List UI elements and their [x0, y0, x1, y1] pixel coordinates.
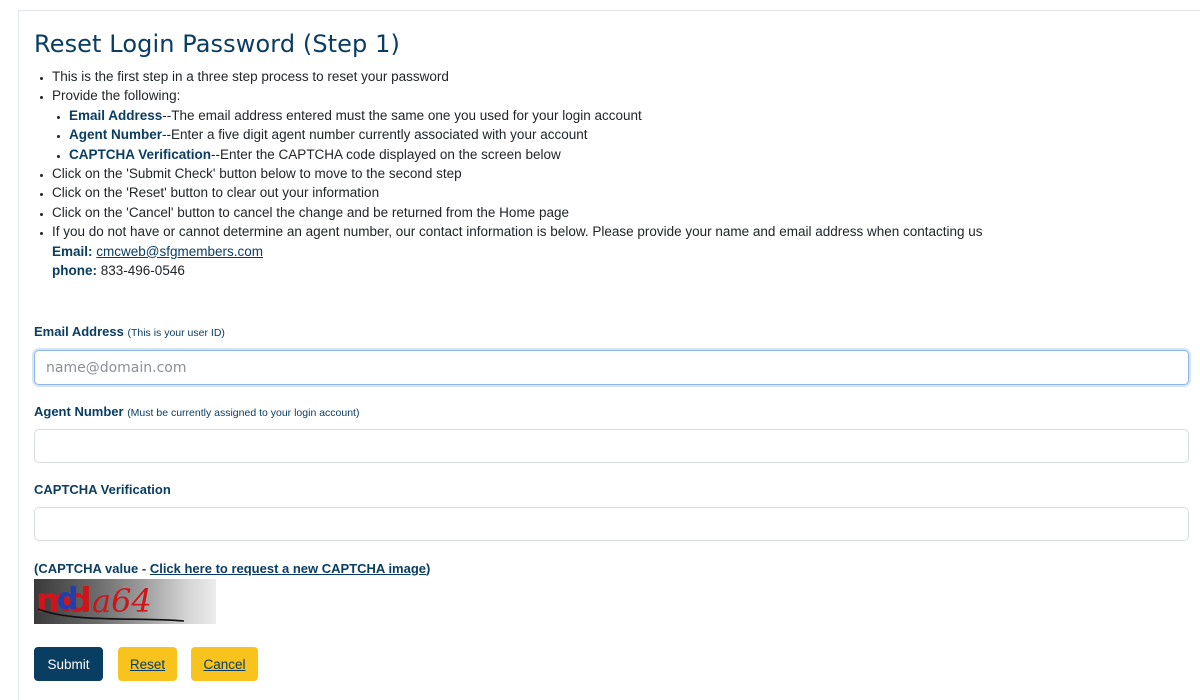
- email-hint: (This is your user ID): [127, 327, 225, 339]
- list-term: Agent Number: [69, 127, 163, 143]
- svg-text:d: d: [57, 582, 78, 617]
- cancel-button[interactable]: Cancel: [191, 647, 258, 681]
- list-term: Email Address: [69, 107, 163, 123]
- list-item: Click on the 'Reset' button to clear out…: [52, 183, 983, 202]
- captcha-image-svg: md d a64: [36, 581, 185, 622]
- contact-phone-value: 833-496-0546: [100, 263, 185, 279]
- email-input[interactable]: [34, 350, 1189, 385]
- contact-email-link[interactable]: cmcweb@sfgmembers.com: [96, 244, 263, 259]
- list-item: Provide the following: Email Address--Th…: [52, 86, 983, 164]
- agent-number-hint: (Must be currently assigned to your logi…: [127, 407, 360, 419]
- submit-button[interactable]: Submit: [34, 647, 103, 681]
- captcha-refresh-line: (CAPTCHA value - Click here to request a…: [34, 561, 431, 576]
- list-item: Click on the 'Cancel' button to cancel t…: [52, 203, 983, 222]
- instructions-list: This is the first step in a three step p…: [34, 67, 983, 280]
- page-title: Reset Login Password (Step 1): [34, 30, 400, 58]
- list-item: CAPTCHA Verification--Enter the CAPTCHA …: [69, 145, 983, 164]
- captcha-input[interactable]: [34, 507, 1189, 541]
- contact-phone-label: phone:: [52, 263, 97, 279]
- list-term: CAPTCHA Verification: [69, 146, 212, 162]
- list-item: Click on the 'Submit Check' button below…: [52, 164, 983, 183]
- list-item: This is the first step in a three step p…: [52, 67, 983, 86]
- new-captcha-link[interactable]: Click here to request a new CAPTCHA imag…: [150, 561, 426, 576]
- list-item: Agent Number--Enter a five digit agent n…: [69, 125, 983, 144]
- reset-button[interactable]: Reset: [118, 647, 177, 681]
- svg-text:a64: a64: [92, 582, 152, 620]
- agent-number-input[interactable]: [34, 429, 1189, 463]
- list-item: Email Address--The email address entered…: [69, 106, 983, 125]
- captcha-image: md d a64: [34, 579, 216, 624]
- email-label: Email Address (This is your user ID): [34, 324, 225, 339]
- list-item: If you do not have or cannot determine a…: [52, 222, 983, 280]
- required-fields-list: Email Address--The email address entered…: [52, 106, 983, 164]
- agent-number-label: Agent Number (Must be currently assigned…: [34, 404, 360, 419]
- contact-email-label: Email:: [52, 243, 93, 259]
- captcha-label: CAPTCHA Verification: [34, 482, 171, 497]
